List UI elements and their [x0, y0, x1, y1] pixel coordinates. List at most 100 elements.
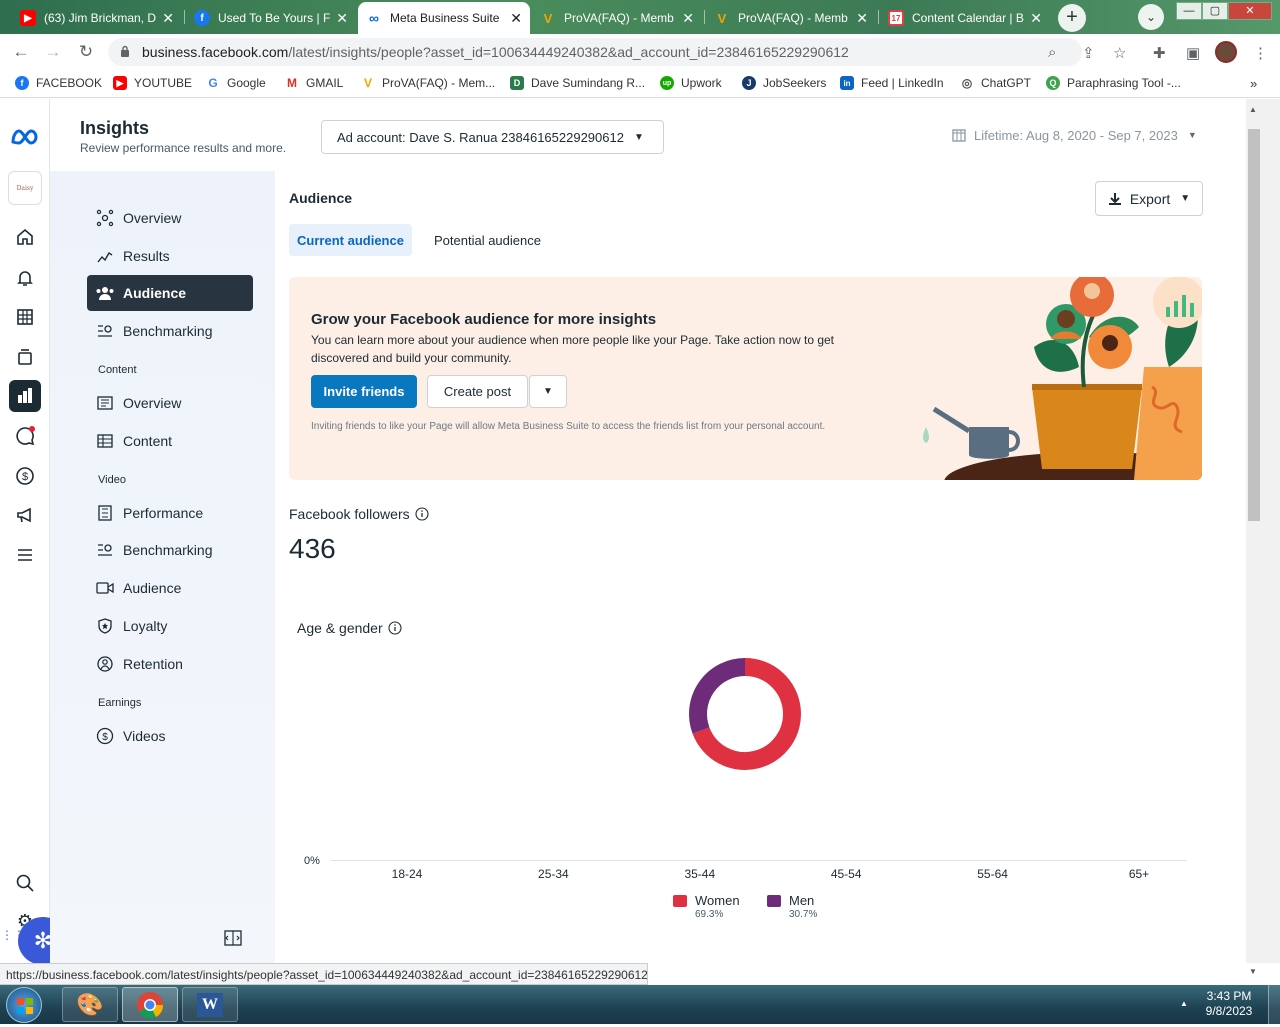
address-bar[interactable]: business.facebook.com/latest/insights/pe…	[108, 38, 1082, 66]
sidebar-item-results[interactable]: Results	[87, 238, 253, 274]
export-button[interactable]: Export ▼	[1095, 181, 1203, 216]
tab-search-button[interactable]: ⌄	[1138, 4, 1164, 30]
browser-tab[interactable]: f Used To Be Yours | Fa ✕	[186, 2, 356, 34]
create-post-button[interactable]: Create post	[427, 375, 528, 408]
overview-icon	[95, 208, 115, 228]
close-tab-icon[interactable]: ✕	[336, 10, 348, 27]
minimize-button[interactable]: —	[1176, 2, 1202, 20]
chrome-taskbar-icon[interactable]	[122, 987, 178, 1022]
download-icon	[1108, 192, 1121, 205]
bookmark-facebook[interactable]: f FACEBOOK	[15, 76, 102, 90]
scroll-up-arrow-icon[interactable]: ▲	[1249, 105, 1257, 114]
bookmarks-overflow-icon[interactable]: »	[1250, 76, 1257, 91]
all-tools-menu-icon[interactable]	[9, 539, 41, 571]
close-tab-icon[interactable]: ✕	[162, 10, 174, 27]
notifications-icon[interactable]	[9, 262, 41, 294]
sidebar-item-retention[interactable]: Retention	[87, 646, 253, 682]
scrollbar-thumb[interactable]	[1248, 129, 1260, 521]
collapse-sidebar-icon[interactable]	[224, 930, 242, 949]
word-icon: W	[197, 992, 223, 1017]
legend-women[interactable]: Women 69.3%	[673, 893, 740, 920]
sidebar-item-content[interactable]: Content	[87, 423, 253, 459]
donut-slice-men[interactable]	[689, 658, 746, 734]
insights-icon[interactable]	[9, 380, 41, 412]
sidebar-item-video-audience[interactable]: Audience	[87, 570, 253, 606]
ads-icon[interactable]	[9, 499, 41, 531]
bookmark-label: YOUTUBE	[134, 76, 193, 90]
page-scrollbar[interactable]: ▲ ▼	[1246, 99, 1280, 976]
content-icon[interactable]	[9, 341, 41, 373]
tab-current-audience[interactable]: Current audience	[289, 224, 412, 256]
bookmark-google[interactable]: G Google	[206, 76, 266, 90]
bookmark-dave[interactable]: D Dave Sumindang R...	[510, 76, 645, 90]
sidebar-item-loyalty[interactable]: Loyalty	[87, 608, 253, 644]
bookmark-linkedin[interactable]: in Feed | LinkedIn	[840, 76, 944, 90]
chrome-menu-icon[interactable]: ⋮	[1253, 44, 1268, 62]
prova-icon: V	[717, 10, 727, 26]
maximize-button[interactable]: ▢	[1202, 2, 1228, 20]
close-window-button[interactable]: ✕	[1228, 2, 1272, 20]
performance-icon	[95, 503, 115, 523]
content-overview-icon	[95, 393, 115, 413]
date-range-selector[interactable]: Lifetime: Aug 8, 2020 - Sep 7, 2023 ▼	[951, 127, 1197, 143]
paint-taskbar-icon[interactable]: 🎨	[62, 987, 118, 1022]
bookmark-prova[interactable]: V ProVA(FAQ) - Mem...	[361, 76, 495, 90]
page-avatar[interactable]: Daisy	[8, 171, 42, 205]
invite-friends-button[interactable]: Invite friends	[311, 375, 417, 408]
sidebar-item-label: Retention	[123, 656, 183, 672]
scroll-down-arrow-icon[interactable]: ▼	[1249, 967, 1257, 976]
sidebar-item-overview[interactable]: Overview	[87, 200, 253, 236]
planner-icon[interactable]	[9, 301, 41, 333]
monetization-icon[interactable]: $	[9, 460, 41, 492]
start-button[interactable]	[6, 987, 42, 1023]
inbox-icon[interactable]	[9, 420, 41, 452]
close-tab-icon[interactable]: ✕	[510, 10, 522, 27]
browser-tab[interactable]: V ProVA(FAQ) - Memb ✕	[532, 2, 702, 34]
back-icon[interactable]: ←	[10, 42, 32, 62]
browser-tab-active[interactable]: ∞ Meta Business Suite ✕	[358, 2, 530, 34]
sidebar-item-label: Overview	[123, 395, 182, 411]
drag-handle-icon[interactable]: ⋮⋮	[1, 929, 25, 950]
zoom-icon[interactable]: ⌕	[1048, 44, 1056, 61]
reload-icon[interactable]: ↻	[75, 42, 97, 62]
bookmark-jobseekers[interactable]: J JobSeekers	[742, 76, 826, 90]
share-icon[interactable]: ⇪	[1082, 44, 1095, 62]
create-post-dropdown-button[interactable]: ▼	[529, 375, 567, 408]
ad-account-label: Ad account: Dave S. Ranua 23846165229290…	[337, 129, 624, 145]
close-tab-icon[interactable]: ✕	[1030, 10, 1042, 27]
bookmark-paraphrasing[interactable]: Q Paraphrasing Tool -...	[1046, 76, 1181, 90]
close-tab-icon[interactable]: ✕	[856, 10, 868, 27]
info-icon[interactable]	[388, 621, 402, 635]
legend-men[interactable]: Men 30.7%	[767, 893, 817, 920]
sidebar-item-benchmarking[interactable]: Benchmarking	[87, 313, 253, 349]
profile-avatar[interactable]	[1215, 41, 1237, 63]
bookmark-upwork[interactable]: up Upwork	[660, 76, 722, 90]
browser-tab[interactable]: ▶ (63) Jim Brickman, D ✕	[12, 2, 182, 34]
info-icon[interactable]	[415, 507, 429, 521]
close-tab-icon[interactable]: ✕	[682, 10, 694, 27]
show-hidden-icons-icon[interactable]: ▲	[1180, 999, 1188, 1008]
bookmark-gmail[interactable]: M GMAIL	[285, 76, 343, 90]
show-desktop-button[interactable]	[1268, 985, 1280, 1024]
word-taskbar-icon[interactable]: W	[182, 987, 238, 1022]
sidebar-item-audience[interactable]: Audience	[87, 275, 253, 311]
sidebar-item-video-benchmarking[interactable]: Benchmarking	[87, 532, 253, 568]
bookmark-star-icon[interactable]: ☆	[1113, 44, 1126, 62]
forward-icon[interactable]: →	[42, 42, 64, 62]
browser-tab[interactable]: 17 Content Calendar | B ✕	[880, 2, 1050, 34]
bookmark-youtube[interactable]: ▶ YOUTUBE	[113, 76, 192, 90]
bookmark-chatgpt[interactable]: ◎ ChatGPT	[960, 76, 1031, 90]
extensions-icon[interactable]: ✚	[1153, 44, 1166, 62]
new-tab-button[interactable]: +	[1058, 4, 1086, 32]
meta-logo-icon[interactable]	[9, 121, 41, 153]
browser-tab[interactable]: V ProVA(FAQ) - Memb ✕	[706, 2, 876, 34]
sidebar-item-videos[interactable]: $ Videos	[87, 718, 253, 754]
search-icon[interactable]	[9, 867, 41, 899]
ad-account-selector[interactable]: Ad account: Dave S. Ranua 23846165229290…	[321, 120, 664, 154]
tab-potential-audience[interactable]: Potential audience	[424, 224, 551, 256]
system-clock[interactable]: 3:43 PM 9/8/2023	[1196, 989, 1262, 1019]
home-icon[interactable]	[9, 221, 41, 253]
side-panel-icon[interactable]: ▣	[1186, 44, 1200, 62]
sidebar-item-content-overview[interactable]: Overview	[87, 385, 253, 421]
sidebar-item-performance[interactable]: Performance	[87, 495, 253, 531]
